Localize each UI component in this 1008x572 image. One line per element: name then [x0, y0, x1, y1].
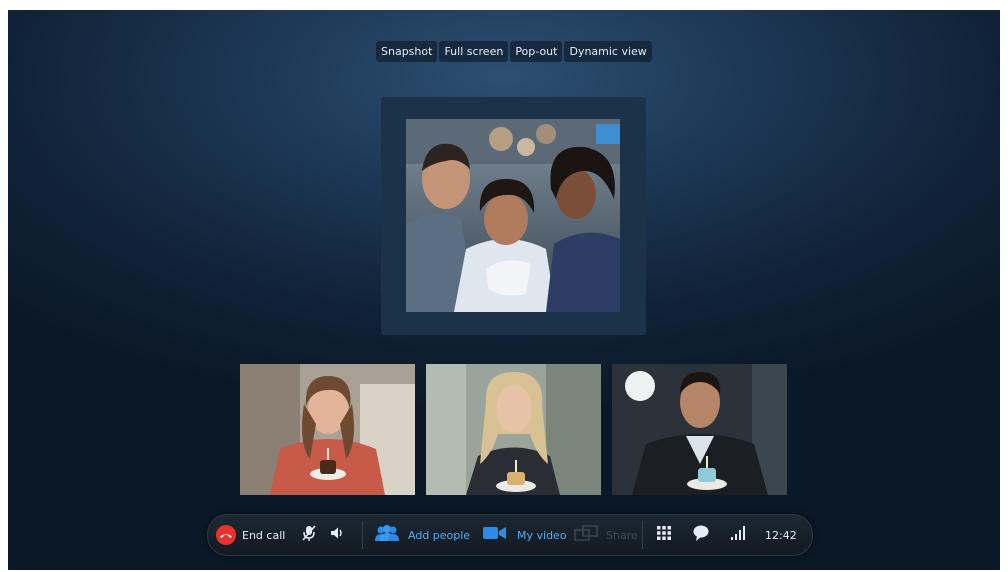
pop-out-button[interactable]: Pop-out — [510, 41, 563, 62]
add-people-button[interactable]: Add people — [374, 515, 470, 555]
woman-with-cupcake-image — [426, 364, 601, 495]
speaker-icon — [328, 524, 346, 546]
mute-button[interactable] — [300, 515, 318, 555]
phone-hangup-icon — [216, 525, 236, 545]
end-call-label: End call — [242, 528, 286, 542]
dynamic-view-button[interactable]: Dynamic view — [564, 41, 652, 62]
bar-divider — [642, 521, 643, 549]
share-label: Share — [606, 528, 638, 542]
family-video-image — [406, 119, 620, 312]
add-people-label: Add people — [408, 528, 471, 542]
dialpad-button[interactable] — [656, 515, 672, 555]
my-video-label: My video — [517, 528, 567, 542]
participant-video-man[interactable] — [612, 364, 787, 495]
signal-strength-icon — [730, 525, 746, 545]
participant-video-woman[interactable] — [426, 364, 601, 495]
dialpad-icon — [656, 525, 672, 545]
video-camera-icon — [483, 525, 507, 545]
call-duration: 12:42 — [765, 515, 797, 555]
chat-bubble-icon — [692, 524, 710, 546]
bar-divider — [362, 521, 363, 549]
active-speaker-frame — [381, 97, 646, 335]
call-quality-indicator[interactable] — [730, 515, 746, 555]
call-stage: Snapshot Full screen Pop-out Dynamic vie… — [8, 10, 1000, 570]
share-button[interactable]: Share — [574, 515, 638, 555]
chat-button[interactable] — [692, 515, 710, 555]
active-speaker-video[interactable] — [406, 119, 620, 312]
call-time-label: 12:42 — [765, 528, 797, 542]
add-people-icon — [374, 524, 400, 546]
full-screen-button[interactable]: Full screen — [439, 41, 509, 62]
view-toolbar: Snapshot Full screen Pop-out Dynamic vie… — [376, 41, 652, 62]
call-controls-bar: End call Add people My video Share 12:42 — [207, 514, 813, 556]
man-with-cupcake-image — [612, 364, 787, 495]
share-screen-icon — [574, 525, 598, 545]
snapshot-button[interactable]: Snapshot — [376, 41, 438, 62]
speaker-button[interactable] — [328, 515, 346, 555]
mute-microphone-icon — [300, 524, 318, 546]
end-call-button[interactable]: End call — [216, 515, 285, 555]
my-video-button[interactable]: My video — [483, 515, 567, 555]
participant-video-girl[interactable] — [240, 364, 415, 495]
girl-with-cupcake-image — [240, 364, 415, 495]
